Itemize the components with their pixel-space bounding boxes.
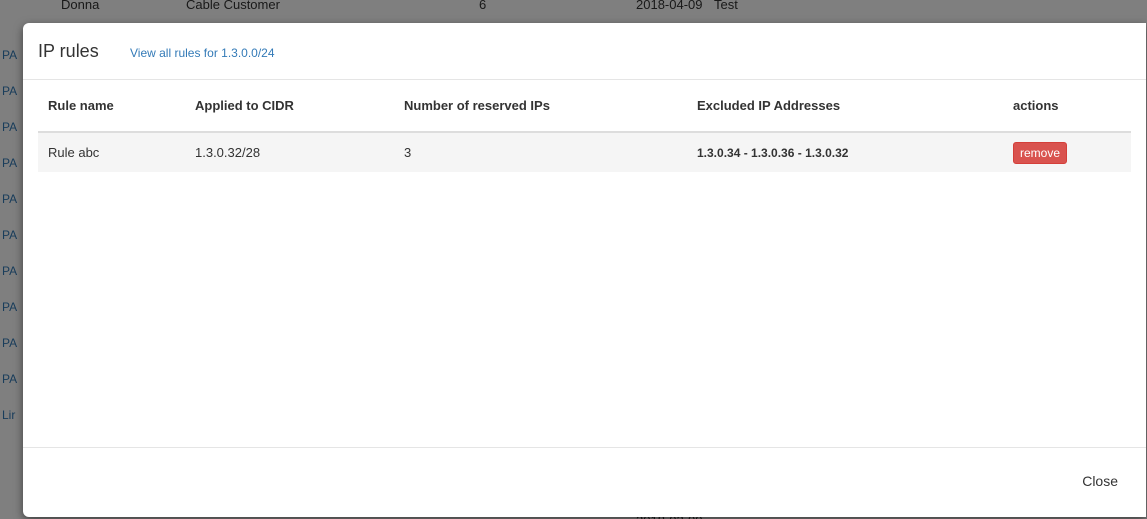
modal-footer: Close — [23, 447, 1146, 517]
column-header-rule-name: Rule name — [38, 80, 185, 133]
cell-applied-cidr: 1.3.0.32/28 — [185, 132, 394, 172]
modal-body: Rule name Applied to CIDR Number of rese… — [38, 80, 1131, 172]
cell-reserved-ips: 3 — [394, 132, 687, 172]
ip-rules-modal: IP rules View all rules for 1.3.0.0/24 R… — [23, 23, 1146, 517]
column-header-reserved-ips: Number of reserved IPs — [394, 80, 687, 133]
cell-rule-name: Rule abc — [38, 132, 185, 172]
cell-excluded-ips: 1.3.0.34 - 1.3.0.36 - 1.3.0.32 — [687, 132, 1003, 172]
column-header-applied-cidr: Applied to CIDR — [185, 80, 394, 133]
close-button[interactable]: Close — [1082, 473, 1118, 489]
column-header-excluded-ips: Excluded IP Addresses — [687, 80, 1003, 133]
modal-title: IP rules — [38, 41, 99, 61]
cell-actions: remove — [1003, 132, 1131, 172]
table-row: Rule abc 1.3.0.32/28 3 1.3.0.34 - 1.3.0.… — [38, 132, 1131, 172]
column-header-actions: actions — [1003, 80, 1131, 133]
view-all-rules-link[interactable]: View all rules for 1.3.0.0/24 — [130, 46, 275, 60]
remove-rule-button[interactable]: remove — [1013, 141, 1068, 164]
ip-rules-table: Rule name Applied to CIDR Number of rese… — [38, 80, 1131, 172]
modal-header: IP rules View all rules for 1.3.0.0/24 — [23, 23, 1146, 80]
table-header-row: Rule name Applied to CIDR Number of rese… — [38, 80, 1131, 133]
